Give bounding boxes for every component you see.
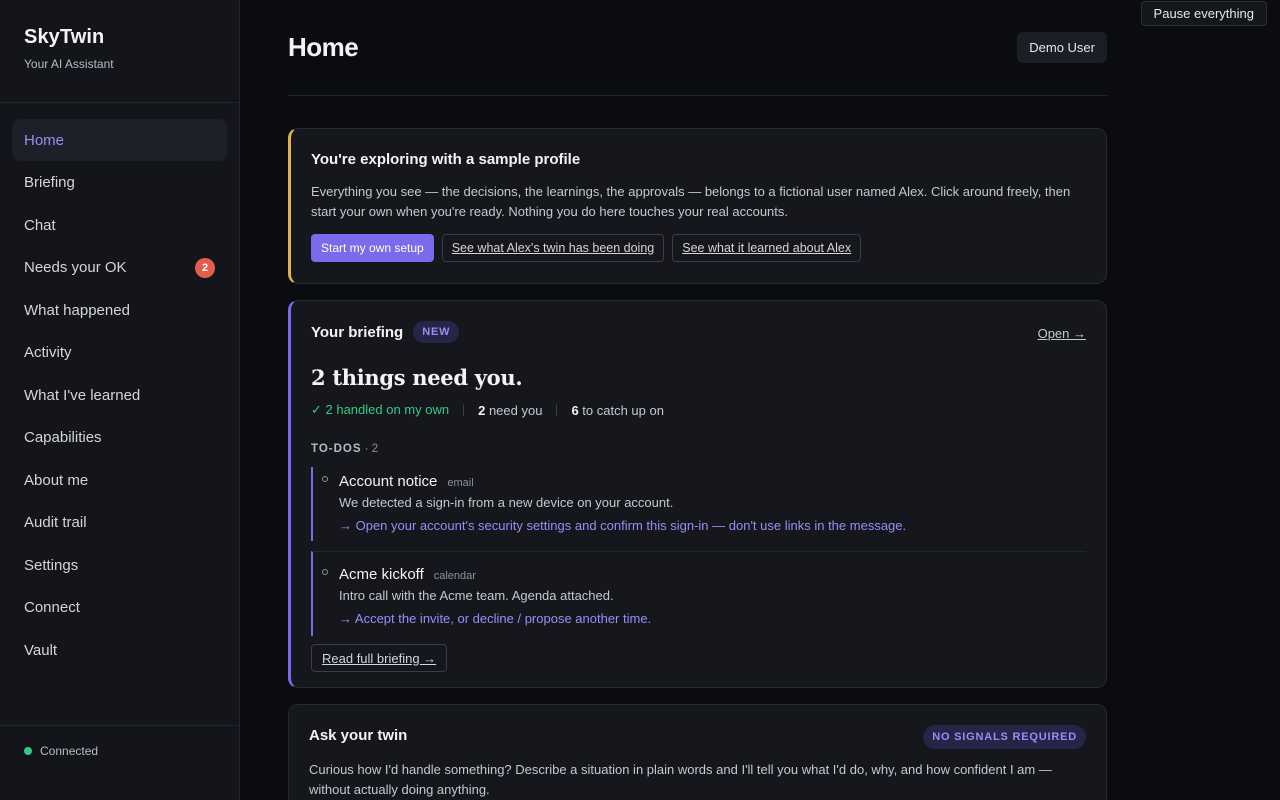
sidebar-item-briefing[interactable]: Briefing [12,162,227,204]
sidebar-item-label: Audit trail [24,514,87,531]
sidebar: SkyTwin Your AI Assistant Home Briefing … [0,0,240,800]
briefing-card: Your briefing NEW Open → 2 things need y… [288,300,1107,688]
sidebar-item-audit-trail[interactable]: Audit trail [12,502,227,544]
sidebar-item-label: Needs your OK [24,259,127,276]
briefing-header: Your briefing NEW [311,321,1086,343]
sidebar-item-label: Vault [24,641,58,659]
sidebar-item-vault[interactable]: Vault [12,629,227,671]
todos-heading: TO-DOS · 2 [311,443,1086,455]
stat-divider [463,404,465,416]
todo-description: Intro call with the Acme team. Agenda at… [339,588,614,603]
catch-up-label: to catch up on [578,402,664,418]
todo-suggested-action[interactable]: → Accept the invite, or decline / propos… [339,611,1086,626]
start-setup-button[interactable]: Start my own setup [311,234,434,262]
twin-activity-link[interactable]: See what Alex's twin has been doing [441,234,665,262]
sidebar-item-label: Home [24,131,65,149]
user-menu-button[interactable]: Demo User [1017,32,1107,63]
sidebar-item-label: What happened [24,301,130,319]
connection-status-label: Connected [40,744,99,758]
todos-count: · 2 [361,443,379,455]
brand: SkyTwin Your AI Assistant [0,0,239,103]
sidebar-item-label: Connect [24,599,80,616]
todo-suggested-action[interactable]: → Open your account's security settings … [339,518,1086,533]
sidebar-item-label: Briefing [24,174,75,191]
briefing-title: Your briefing [311,323,404,341]
sidebar-item-chat[interactable]: Chat [12,204,227,246]
read-full-briefing-button[interactable]: Read full briefing → [311,644,448,672]
new-badge: NEW [413,321,460,343]
no-signals-badge: NO SIGNALS REQUIRED [923,725,1086,749]
sidebar-item-connect[interactable]: Connect [12,587,227,629]
handled-stat: ✓ 2 handled on my own [311,402,450,417]
sidebar-item-label: Activity [24,344,72,361]
todo-source-tag: email [447,477,474,489]
todos-label: TO-DOS [311,443,362,455]
status-dot-icon [24,747,32,755]
circle-icon [322,569,328,575]
circle-icon [322,476,328,482]
sample-profile-title: You're exploring with a sample profile [311,151,581,168]
need-you-label: need you [485,402,543,418]
catch-up-count: 6 [571,402,579,418]
sidebar-item-label: Capabilities [24,429,102,446]
sidebar-item-needs-your-ok[interactable]: Needs your OK 2 [12,247,227,289]
pause-everything-button[interactable]: Pause everything [1140,1,1267,26]
sidebar-item-label: Chat [24,216,56,234]
sample-actions: Start my own setup See what Alex's twin … [311,234,1086,262]
sidebar-item-what-happened[interactable]: What happened [12,289,227,331]
sidebar-item-label: Settings [24,556,79,574]
learned-about-alex-link[interactable]: See what it learned about Alex [672,234,862,262]
todo-title: Acme kickoff [339,566,424,583]
open-briefing-link[interactable]: Open → [1038,326,1086,341]
page-title: Home [288,32,359,62]
sidebar-item-home[interactable]: Home [12,119,227,161]
app-name: SkyTwin [24,26,105,48]
sidebar-item-activity[interactable]: Activity [12,332,227,374]
sidebar-item-what-ive-learned[interactable]: What I've learned [12,374,227,416]
sidebar-nav: Home Briefing Chat Needs your OK 2 What … [0,103,239,671]
sidebar-item-label: About me [24,471,89,489]
sample-profile-text: Everything you see — the decisions, the … [311,184,1071,219]
briefing-stats: ✓ 2 handled on my own 2 need you 6 to ca… [311,402,1086,418]
sidebar-item-label: What I've learned [24,386,141,404]
todo-description: We detected a sign-in from a new device … [339,495,674,510]
main-content: Home Demo User You're exploring with a s… [288,0,1107,800]
sample-profile-card: You're exploring with a sample profile E… [288,128,1107,284]
ask-twin-text: Curious how I'd handle something? Descri… [309,762,1052,797]
sidebar-item-about-me[interactable]: About me [12,459,227,501]
app-tagline: Your AI Assistant [24,57,114,71]
briefing-headline: 2 things need you. [311,365,523,390]
connection-status: Connected [0,725,239,800]
need-you-stat: 2 need you [478,403,542,418]
sidebar-item-settings[interactable]: Settings [12,544,227,586]
catch-up-stat: 6 to catch up on [571,403,664,418]
page-header: Home Demo User [288,0,1107,96]
stat-divider [556,404,558,416]
needs-ok-count-badge: 2 [195,257,215,278]
todo-item[interactable]: Account notice email We detected a sign-… [311,467,1086,541]
todo-title: Account notice [339,473,438,490]
todo-source-tag: calendar [433,570,476,582]
todo-item[interactable]: Acme kickoff calendar Intro call with th… [311,551,1086,636]
sidebar-item-capabilities[interactable]: Capabilities [12,417,227,459]
ask-twin-card: Ask your twin NO SIGNALS REQUIRED Curiou… [288,704,1107,800]
